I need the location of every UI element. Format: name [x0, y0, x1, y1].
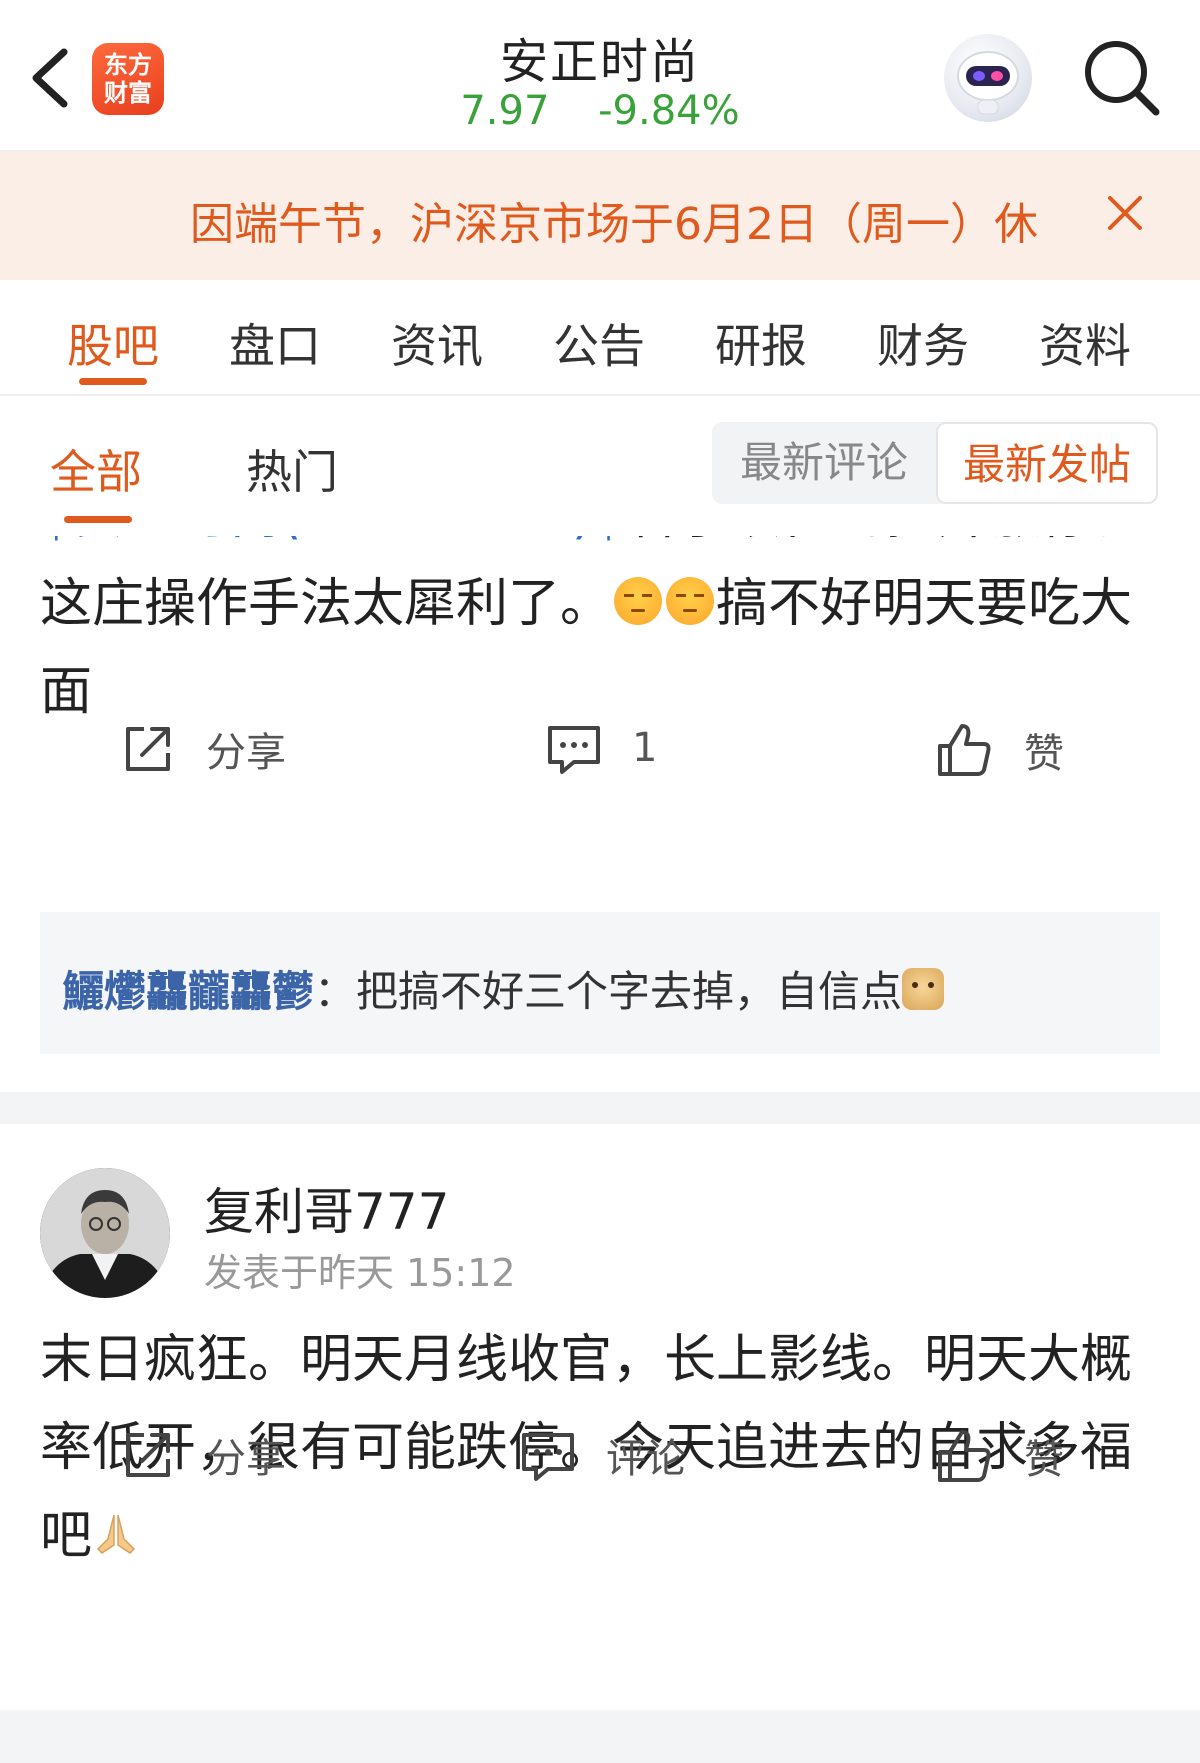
- post-body[interactable]: $安正时尚(SH603839)$看了以往的拉升涨停。这庄操作手法太犀利了。搞不好…: [40, 536, 1160, 736]
- subtab-all[interactable]: 全部: [50, 436, 142, 502]
- comment-body: 把搞不好三个字去掉，自信点: [356, 967, 903, 1016]
- stock-change-pct: -9.84%: [598, 88, 740, 134]
- holiday-notice-banner[interactable]: 因端午节，沪深京市场于6月2日（周一）休: [0, 152, 1200, 280]
- like-button[interactable]: 赞: [934, 720, 1064, 780]
- notice-close-button[interactable]: [1100, 188, 1150, 242]
- post-actions: 分享 评论 赞: [0, 1426, 1200, 1516]
- tab-pankou[interactable]: 盘口: [194, 280, 356, 394]
- post-feed: $安正时尚(SH603839)$看了以往的拉升涨停。这庄操作手法太犀利了。搞不好…: [0, 536, 1200, 1763]
- sort-latest-comment-button[interactable]: 最新评论: [712, 422, 936, 504]
- comment-label: 评论: [606, 1436, 686, 1482]
- post-divider: [0, 1710, 1200, 1763]
- sort-latest-post-button[interactable]: 最新发帖: [936, 422, 1158, 504]
- stock-price: 7.97: [460, 88, 550, 134]
- post-divider: [0, 1092, 1200, 1124]
- share-label: 分享: [206, 1436, 286, 1482]
- share-icon: [126, 1433, 170, 1477]
- tab-finance[interactable]: 财务: [842, 280, 1004, 394]
- sort-toggle: 最新评论 最新发帖: [712, 422, 1158, 504]
- share-button[interactable]: 分享: [120, 1426, 286, 1484]
- subtab-hot[interactable]: 热门: [246, 436, 338, 502]
- share-icon: [126, 727, 170, 771]
- doge-icon: [902, 968, 945, 1010]
- tab-research[interactable]: 研报: [680, 280, 842, 394]
- comment-separator: ：: [314, 967, 357, 1016]
- unamused-face-icon: [614, 577, 663, 625]
- comment-button[interactable]: 1: [546, 720, 657, 776]
- like-button[interactable]: 赞: [934, 1426, 1064, 1486]
- post-time: 发表于昨天 15:12: [204, 1251, 516, 1295]
- assistant-robot-button[interactable]: [944, 34, 1032, 122]
- stock-mention-link[interactable]: $安正时尚(SH603839)$: [40, 536, 625, 546]
- portrait-avatar-icon: [40, 1168, 170, 1298]
- pray-icon: [96, 1514, 136, 1554]
- subtab-active-indicator: [64, 516, 132, 523]
- sub-filter-bar: 全部 热门 最新评论 最新发帖: [0, 396, 1200, 536]
- search-icon: [1085, 41, 1160, 116]
- thumbs-up-icon: [938, 1430, 991, 1482]
- notice-text: 因端午节，沪深京市场于6月2日（周一）休: [190, 199, 1038, 250]
- share-label: 分享: [206, 730, 286, 776]
- post-actions: 分享 1 赞: [0, 720, 1200, 810]
- author-name[interactable]: 复利哥777: [204, 1172, 449, 1244]
- comment-count: 1: [632, 725, 658, 771]
- avatar[interactable]: [40, 1168, 170, 1298]
- tab-profile[interactable]: 资料: [1004, 280, 1166, 394]
- comment-button[interactable]: 评论: [520, 1426, 686, 1484]
- comment-icon: [522, 1433, 574, 1481]
- tab-news[interactable]: 资讯: [356, 280, 518, 394]
- comment-icon: [548, 726, 600, 774]
- top-comment[interactable]: 鱺爩龘龖龘鬱：把搞不好三个字去掉，自信点: [40, 912, 1160, 1054]
- unamused-face-icon: [666, 577, 715, 625]
- main-tabs: 股吧 盘口 资讯 公告 研报 财务 资料: [0, 280, 1200, 396]
- tab-guba[interactable]: 股吧: [32, 280, 194, 394]
- comment-author[interactable]: 鱺爩龘龖龘鬱: [62, 967, 314, 1016]
- top-comment-text: 鱺爩龘龖龘鬱：把搞不好三个字去掉，自信点: [62, 958, 945, 1019]
- tab-announcements[interactable]: 公告: [518, 280, 680, 394]
- robot-icon: [957, 51, 1019, 115]
- thumbs-up-icon: [938, 724, 991, 776]
- share-button[interactable]: 分享: [120, 720, 286, 778]
- search-button[interactable]: [1080, 36, 1164, 120]
- like-label: 赞: [1024, 731, 1064, 777]
- close-icon: [1108, 196, 1142, 230]
- like-label: 赞: [1024, 1437, 1064, 1483]
- top-header: 东方 财富 安正时尚 7.97 -9.84%: [0, 0, 1200, 152]
